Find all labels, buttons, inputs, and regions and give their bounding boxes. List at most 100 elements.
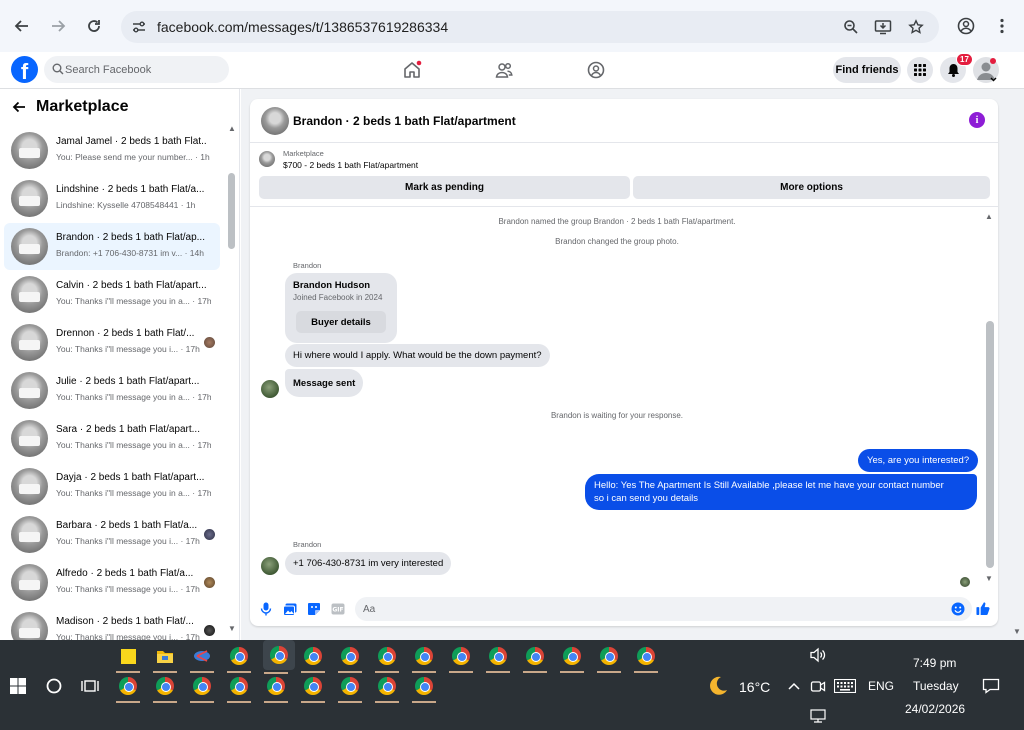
conversation-item-lindshine[interactable]: Lindshine · 2 beds 1 bath Flat/a... Lind… <box>4 175 220 222</box>
incoming-message[interactable]: Hi where would I apply. What would be th… <box>285 344 550 367</box>
menu-button[interactable] <box>907 57 933 83</box>
incoming-message[interactable]: +1 706-430-8731 im very interested <box>285 552 452 575</box>
chrome-window-icon[interactable] <box>559 643 585 673</box>
chrome-window-icon[interactable] <box>152 673 178 703</box>
buyer-details-button[interactable]: Buyer details <box>296 311 386 333</box>
chat-title[interactable]: Brandon · 2 beds 1 bath Flat/apartment <box>293 114 516 128</box>
chrome-window-icon[interactable] <box>300 643 326 673</box>
listing-price[interactable]: $700 - 2 beds 1 bath Flat/apartment <box>283 160 418 170</box>
browser-menu-button[interactable] <box>989 13 1015 39</box>
notification-center-icon[interactable] <box>978 673 1004 699</box>
conversation-item-julie[interactable]: Julie · 2 beds 1 bath Flat/apart... You:… <box>4 367 220 414</box>
message-input-wrapper[interactable] <box>355 597 972 621</box>
nav-friends[interactable] <box>493 59 515 81</box>
sidebar-scrollbar[interactable] <box>228 173 235 249</box>
chrome-window-icon[interactable] <box>448 643 474 673</box>
chat-scrollbar[interactable] <box>986 321 994 568</box>
zoom-icon[interactable] <box>842 18 860 36</box>
snipping-tool-icon[interactable] <box>189 643 215 673</box>
bookmark-star-icon[interactable] <box>907 18 925 36</box>
conversation-item-madison[interactable]: Madison · 2 beds 1 bath Flat/... You: Th… <box>4 607 220 640</box>
chrome-window-icon[interactable] <box>300 673 326 703</box>
account-avatar-button[interactable] <box>973 57 999 83</box>
reload-button[interactable] <box>81 13 107 39</box>
forward-button[interactable] <box>45 13 71 39</box>
find-friends-button[interactable]: Find friends <box>833 57 901 83</box>
conversation-item-jamal[interactable]: Jamal Jamel · 2 beds 1 bath Flat... You:… <box>4 127 220 174</box>
meet-now-icon[interactable] <box>805 673 831 699</box>
conversation-item-brandon[interactable]: Brandon · 2 beds 1 bath Flat/ap... Brand… <box>4 223 220 270</box>
site-settings-icon[interactable] <box>130 18 148 36</box>
page-scroll-down-icon[interactable]: ▼ <box>1013 627 1021 636</box>
chrome-window-icon[interactable] <box>633 643 659 673</box>
back-arrow-icon[interactable] <box>12 100 26 114</box>
more-options-button[interactable]: More options <box>633 176 990 199</box>
outgoing-message[interactable]: Yes, are you interested? <box>858 449 979 472</box>
clock-time[interactable]: 7:49 pm <box>913 656 956 670</box>
clock-day[interactable]: Tuesday <box>913 679 959 693</box>
task-view-icon[interactable] <box>77 673 103 699</box>
windows-start-icon[interactable] <box>5 673 31 699</box>
chrome-window-icon[interactable] <box>337 643 363 673</box>
sidebar-scroll-down-icon[interactable]: ▼ <box>228 624 236 633</box>
chrome-window-icon[interactable] <box>374 643 400 673</box>
chevron-up-icon[interactable] <box>781 673 807 699</box>
chrome-window-icon[interactable] <box>485 643 511 673</box>
chrome-window-icon[interactable] <box>115 673 141 703</box>
chat-avatar[interactable] <box>261 107 289 135</box>
network-icon[interactable] <box>805 703 831 729</box>
weather-moon-icon[interactable] <box>705 673 731 699</box>
photo-icon[interactable] <box>283 602 297 616</box>
conversation-item-calvin[interactable]: Calvin · 2 beds 1 bath Flat/apart... You… <box>4 271 220 318</box>
conversation-item-sara[interactable]: Sara · 2 beds 1 bath Flat/apart... You: … <box>4 415 220 462</box>
conversation-item-drennon[interactable]: Drennon · 2 beds 1 bath Flat/... You: Th… <box>4 319 220 366</box>
facebook-search[interactable] <box>44 56 229 83</box>
clock-date[interactable]: 24/02/2026 <box>905 702 965 716</box>
search-input[interactable] <box>65 56 225 83</box>
incoming-message[interactable]: Message sent <box>285 369 364 397</box>
conversation-item-dayja[interactable]: Dayja · 2 beds 1 bath Flat/apart... You:… <box>4 463 220 510</box>
chat-scroll-up-icon[interactable]: ▲ <box>985 212 993 221</box>
url-text[interactable]: facebook.com/messages/t/1386537619286334 <box>157 19 448 35</box>
thumbs-up-icon[interactable] <box>976 601 990 615</box>
keyboard-icon[interactable] <box>832 673 858 699</box>
nav-home[interactable] <box>401 59 423 81</box>
weather-temperature[interactable]: 16°C <box>739 679 770 695</box>
sender-avatar[interactable] <box>261 380 279 398</box>
gif-icon[interactable]: GIF <box>331 602 345 616</box>
language-indicator[interactable]: ENG <box>868 679 894 693</box>
chrome-window-icon[interactable] <box>522 643 548 673</box>
chrome-window-icon[interactable] <box>226 673 252 703</box>
profile-button[interactable] <box>953 13 979 39</box>
chrome-window-icon[interactable] <box>411 673 437 703</box>
sticky-notes-icon[interactable] <box>115 643 141 673</box>
chrome-window-active-icon[interactable] <box>263 640 295 674</box>
search-circle-icon[interactable] <box>41 673 67 699</box>
sticker-icon[interactable] <box>307 602 321 616</box>
conversation-item-alfredo[interactable]: Alfredo · 2 beds 1 bath Flat/a... You: T… <box>4 559 220 606</box>
chrome-window-icon[interactable] <box>337 673 363 703</box>
emoji-icon[interactable] <box>951 602 965 616</box>
listing-thumbnail[interactable] <box>259 151 275 167</box>
sidebar-scroll-up-icon[interactable]: ▲ <box>228 124 236 133</box>
file-explorer-icon[interactable] <box>152 643 178 673</box>
chrome-window-icon[interactable] <box>374 673 400 703</box>
facebook-logo-icon[interactable]: f <box>11 56 38 83</box>
microphone-icon[interactable] <box>259 602 273 616</box>
mark-as-pending-button[interactable]: Mark as pending <box>259 176 630 199</box>
chrome-window-icon[interactable] <box>411 643 437 673</box>
volume-icon[interactable] <box>805 642 831 668</box>
info-icon[interactable]: i <box>969 112 985 128</box>
conversation-item-barbara[interactable]: Barbara · 2 beds 1 bath Flat/a... You: T… <box>4 511 220 558</box>
address-bar[interactable]: facebook.com/messages/t/1386537619286334 <box>121 11 939 43</box>
back-button[interactable] <box>9 13 35 39</box>
message-input[interactable] <box>363 597 943 621</box>
install-app-icon[interactable] <box>874 18 892 36</box>
chrome-window-icon[interactable] <box>596 643 622 673</box>
chat-scroll-down-icon[interactable]: ▼ <box>985 574 993 583</box>
nav-groups[interactable] <box>585 59 607 81</box>
chrome-window-icon[interactable] <box>263 673 289 703</box>
chrome-window-icon[interactable] <box>189 673 215 703</box>
chrome-window-icon[interactable] <box>226 643 252 673</box>
outgoing-message[interactable]: Hello: Yes The Apartment Is Still Availa… <box>585 474 977 510</box>
